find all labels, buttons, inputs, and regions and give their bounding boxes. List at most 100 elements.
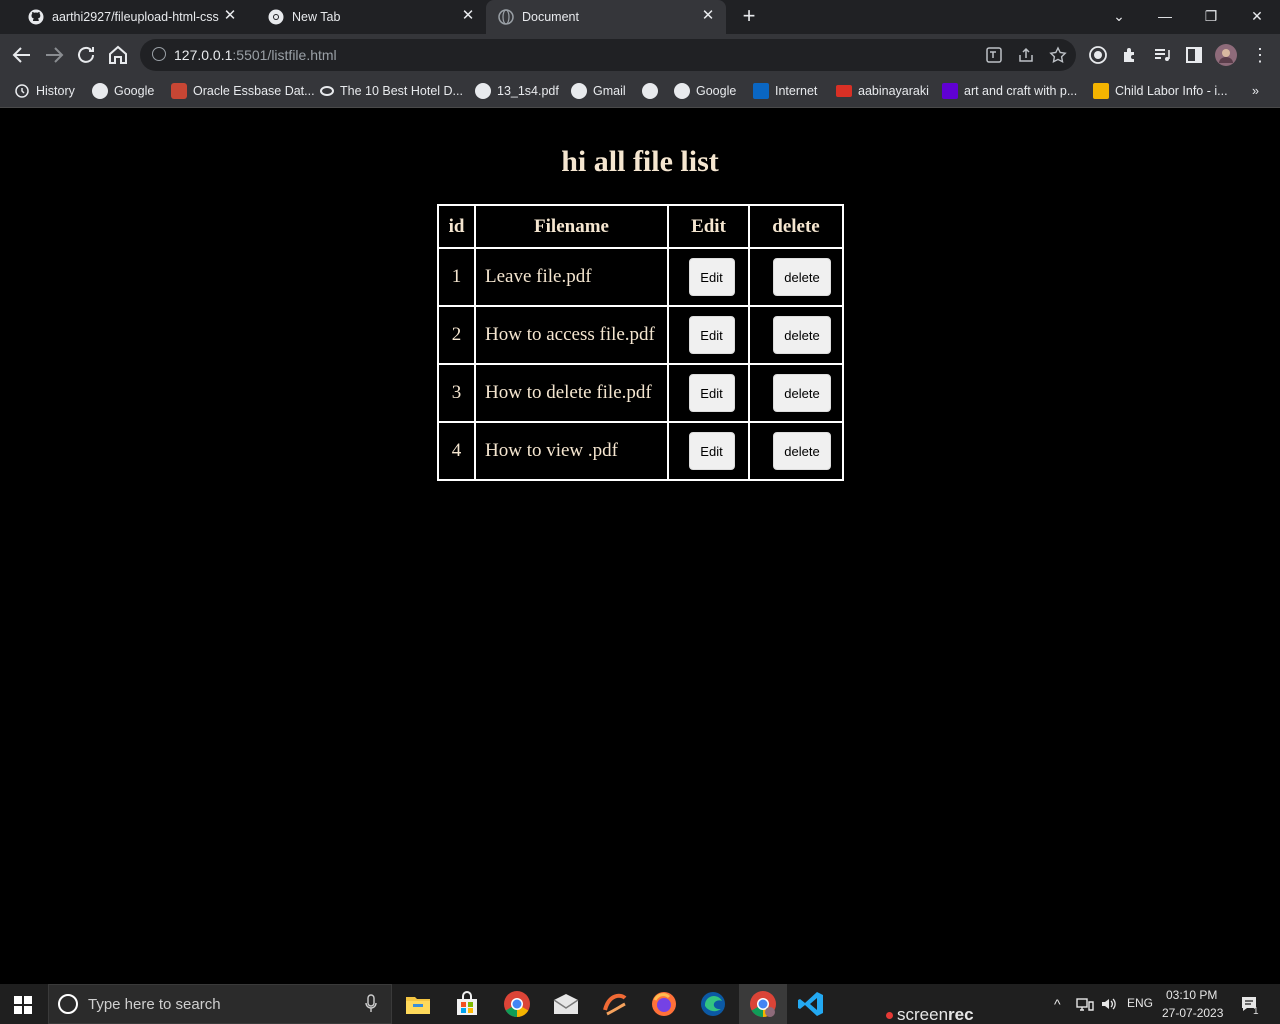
restore-button[interactable]: ❐ — [1200, 6, 1222, 26]
page-title: hi all file list — [561, 145, 719, 178]
close-icon[interactable]: ✕ — [700, 8, 716, 24]
header-edit: Edit — [668, 205, 749, 248]
media-icon[interactable] — [1152, 45, 1172, 65]
store-icon[interactable] — [453, 990, 481, 1018]
edit-cell: Edit — [668, 422, 749, 480]
side-panel-icon[interactable] — [1184, 45, 1204, 65]
tab-new-tab[interactable]: New Tab ✕ — [248, 0, 486, 34]
table-header-row: id Filename Edit delete — [438, 205, 843, 248]
chrome-icon[interactable] — [503, 990, 531, 1018]
tab-github[interactable]: aarthi2927/fileupload-html-css ✕ — [8, 0, 248, 34]
puzzle-icon[interactable] — [1120, 45, 1140, 65]
chrome-icon — [268, 9, 284, 25]
edit-button[interactable]: Edit — [688, 432, 735, 470]
extension-circle-icon[interactable] — [1088, 45, 1108, 65]
delete-button[interactable]: delete — [773, 432, 831, 470]
bookmark-label: Gmail — [593, 84, 626, 98]
bookmark-gmail[interactable]: Gmail — [571, 81, 626, 101]
file-table: id Filename Edit delete 1 Leave file.pdf… — [437, 204, 844, 481]
bookmark-tripadvisor[interactable]: The 10 Best Hotel D... — [320, 81, 463, 101]
back-arrow-icon[interactable] — [10, 43, 34, 67]
reload-icon[interactable] — [74, 43, 98, 67]
app-icon[interactable] — [601, 990, 629, 1018]
record-dot-icon — [886, 1012, 893, 1020]
row-id: 4 — [438, 422, 475, 480]
bookmark-label: 13_1s4.pdf — [497, 84, 559, 98]
bookmark-label: Child Labor Info - i... — [1115, 84, 1228, 98]
home-icon[interactable] — [106, 43, 130, 67]
url-host: 127.0.0.1 — [174, 47, 233, 63]
star-icon[interactable] — [1049, 46, 1067, 64]
delete-button[interactable]: delete — [773, 316, 831, 354]
url-text[interactable]: 127.0.0.1:5501/listfile.html — [174, 47, 337, 63]
bookmark-internet[interactable]: Internet — [753, 81, 817, 101]
screenrec-label-bold: rec — [948, 1005, 974, 1024]
avatar[interactable] — [1215, 44, 1237, 66]
close-icon[interactable]: ✕ — [222, 8, 238, 24]
edit-button[interactable]: Edit — [688, 258, 735, 296]
edit-button[interactable]: Edit — [688, 374, 735, 412]
bookmark-label: Google — [696, 84, 737, 98]
edge-icon[interactable] — [699, 990, 727, 1018]
chrome-icon[interactable] — [749, 990, 777, 1018]
google-icon — [674, 83, 690, 99]
mail-icon[interactable] — [552, 990, 580, 1018]
firefox-icon[interactable] — [650, 990, 678, 1018]
delete-button[interactable]: delete — [773, 374, 831, 412]
info-icon[interactable] — [152, 47, 166, 61]
google-icon — [571, 83, 587, 99]
close-window-button[interactable]: ✕ — [1246, 6, 1268, 26]
microphone-icon[interactable] — [364, 994, 378, 1014]
minimize-button[interactable]: — — [1154, 6, 1176, 26]
globe-icon — [475, 83, 491, 99]
tab-document[interactable]: Document ✕ — [486, 0, 726, 34]
edit-cell: Edit — [668, 364, 749, 422]
vscode-icon[interactable] — [797, 990, 825, 1018]
history-icon — [15, 84, 29, 98]
bookmark-aabinayaraki[interactable]: aabinayaraki — [836, 81, 929, 101]
clock-date[interactable]: 27-07-2023 — [1162, 1006, 1223, 1020]
clock-time[interactable]: 03:10 PM — [1166, 988, 1217, 1002]
delete-cell: delete — [749, 248, 843, 306]
bookmark-child-labor[interactable]: Child Labor Info - i... — [1093, 81, 1228, 101]
forward-arrow-icon[interactable] — [42, 43, 66, 67]
row-filename: Leave file.pdf — [475, 248, 668, 306]
close-icon[interactable]: ✕ — [460, 8, 476, 24]
header-filename: Filename — [475, 205, 668, 248]
translate-icon[interactable] — [985, 46, 1003, 64]
bookmark-pdf[interactable]: 13_1s4.pdf — [475, 81, 559, 101]
tab-title: New Tab — [292, 10, 341, 24]
file-explorer-icon[interactable] — [404, 990, 432, 1018]
volume-icon[interactable] — [1100, 996, 1118, 1012]
network-icon[interactable] — [1076, 996, 1094, 1012]
bookmark-google[interactable]: Google — [92, 81, 154, 101]
linkedin-icon — [753, 83, 769, 99]
new-tab-button[interactable]: + — [738, 5, 760, 28]
bookmark-history[interactable]: History — [14, 81, 75, 101]
globe-icon — [498, 9, 514, 25]
row-filename: How to view .pdf — [475, 422, 668, 480]
bookmark-globe[interactable] — [642, 81, 664, 101]
header-delete: delete — [749, 205, 843, 248]
table-row: 3 How to delete file.pdf Edit delete — [438, 364, 843, 422]
screenrec-label: screen — [897, 1005, 949, 1024]
google-icon — [92, 83, 108, 99]
edit-button[interactable]: Edit — [688, 316, 735, 354]
chevron-up-icon[interactable]: ^ — [1054, 996, 1061, 1012]
delete-cell: delete — [749, 364, 843, 422]
chevron-more-icon[interactable]: » — [1252, 81, 1259, 101]
bookmark-art-craft[interactable]: art and craft with p... — [942, 81, 1077, 101]
windows-start-icon[interactable] — [14, 996, 32, 1014]
chevron-down-icon[interactable]: ⌄ — [1108, 6, 1130, 26]
github-icon — [28, 9, 44, 25]
share-icon[interactable] — [1017, 46, 1035, 64]
bookmark-google-2[interactable]: Google — [674, 81, 736, 101]
row-filename: How to access file.pdf — [475, 306, 668, 364]
tab-title: Document — [522, 10, 579, 24]
cortana-icon — [58, 994, 78, 1014]
bookmark-oracle[interactable]: Oracle Essbase Dat... — [171, 81, 315, 101]
language-indicator[interactable]: ENG — [1127, 996, 1153, 1010]
delete-button[interactable]: delete — [773, 258, 831, 296]
kebab-menu-icon[interactable]: ⋮ — [1250, 45, 1270, 65]
bookmark-label: Oracle Essbase Dat... — [193, 84, 315, 98]
